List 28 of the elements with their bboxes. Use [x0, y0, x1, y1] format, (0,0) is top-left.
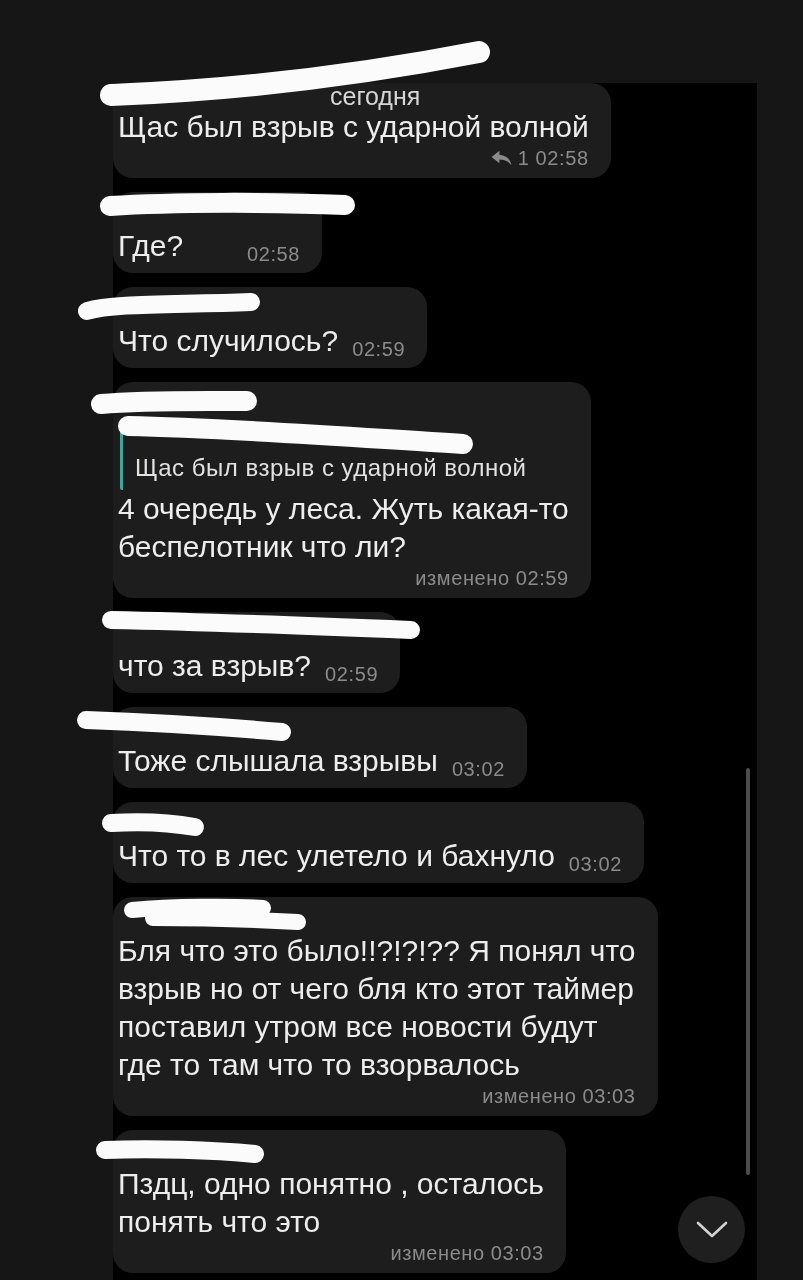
message-time: 02:59 [515, 566, 569, 590]
message-time: 02:58 [246, 243, 300, 265]
quoted-text: Щас был взрыв с ударной волной [135, 454, 528, 482]
message-time: 03:03 [582, 1084, 636, 1108]
message-text: Пздц, одно понятно , осталось понять что это [118, 1167, 544, 1238]
message-text: Бля что это было!!?!?!?? Я понял что взрыв но от чего бля кто этот таймер поставил утром все новости будут где то там что то взорвалось [118, 934, 636, 1081]
message-time: 03:02 [451, 758, 505, 780]
chevron-down-icon [695, 1221, 728, 1238]
message-text: Тоже слышала взрывы [118, 744, 438, 777]
scrollbar-thumb[interactable] [746, 768, 750, 1175]
message-text: Что то в лес улетело и бахнуло [118, 839, 555, 872]
message-time: 03:03 [490, 1241, 544, 1265]
message-time: 02:59 [352, 338, 406, 360]
reply-quote[interactable]: Щас был взрыв с ударной волной [120, 424, 569, 490]
message-time: 02:58 [535, 146, 589, 170]
message-time: 02:59 [325, 663, 379, 685]
message-text: Что случилось? [118, 324, 339, 357]
message-text: Щас был взрыв с ударной волной [118, 110, 589, 143]
edited-label: изменено [482, 1084, 577, 1108]
message-text: 4 очередь у леса. Жуть какая-то беспелотник что ли? [118, 492, 569, 563]
message-text: что за взрыв? [118, 649, 312, 682]
message-time: 03:02 [568, 853, 622, 875]
reply-arrow-icon [490, 150, 512, 166]
message-text: Где? [118, 229, 184, 262]
edited-label: изменено [390, 1241, 485, 1265]
sender-name: сегодня [330, 84, 421, 108]
edited-label: изменено [415, 566, 510, 590]
reply-count: 1 [517, 146, 530, 170]
